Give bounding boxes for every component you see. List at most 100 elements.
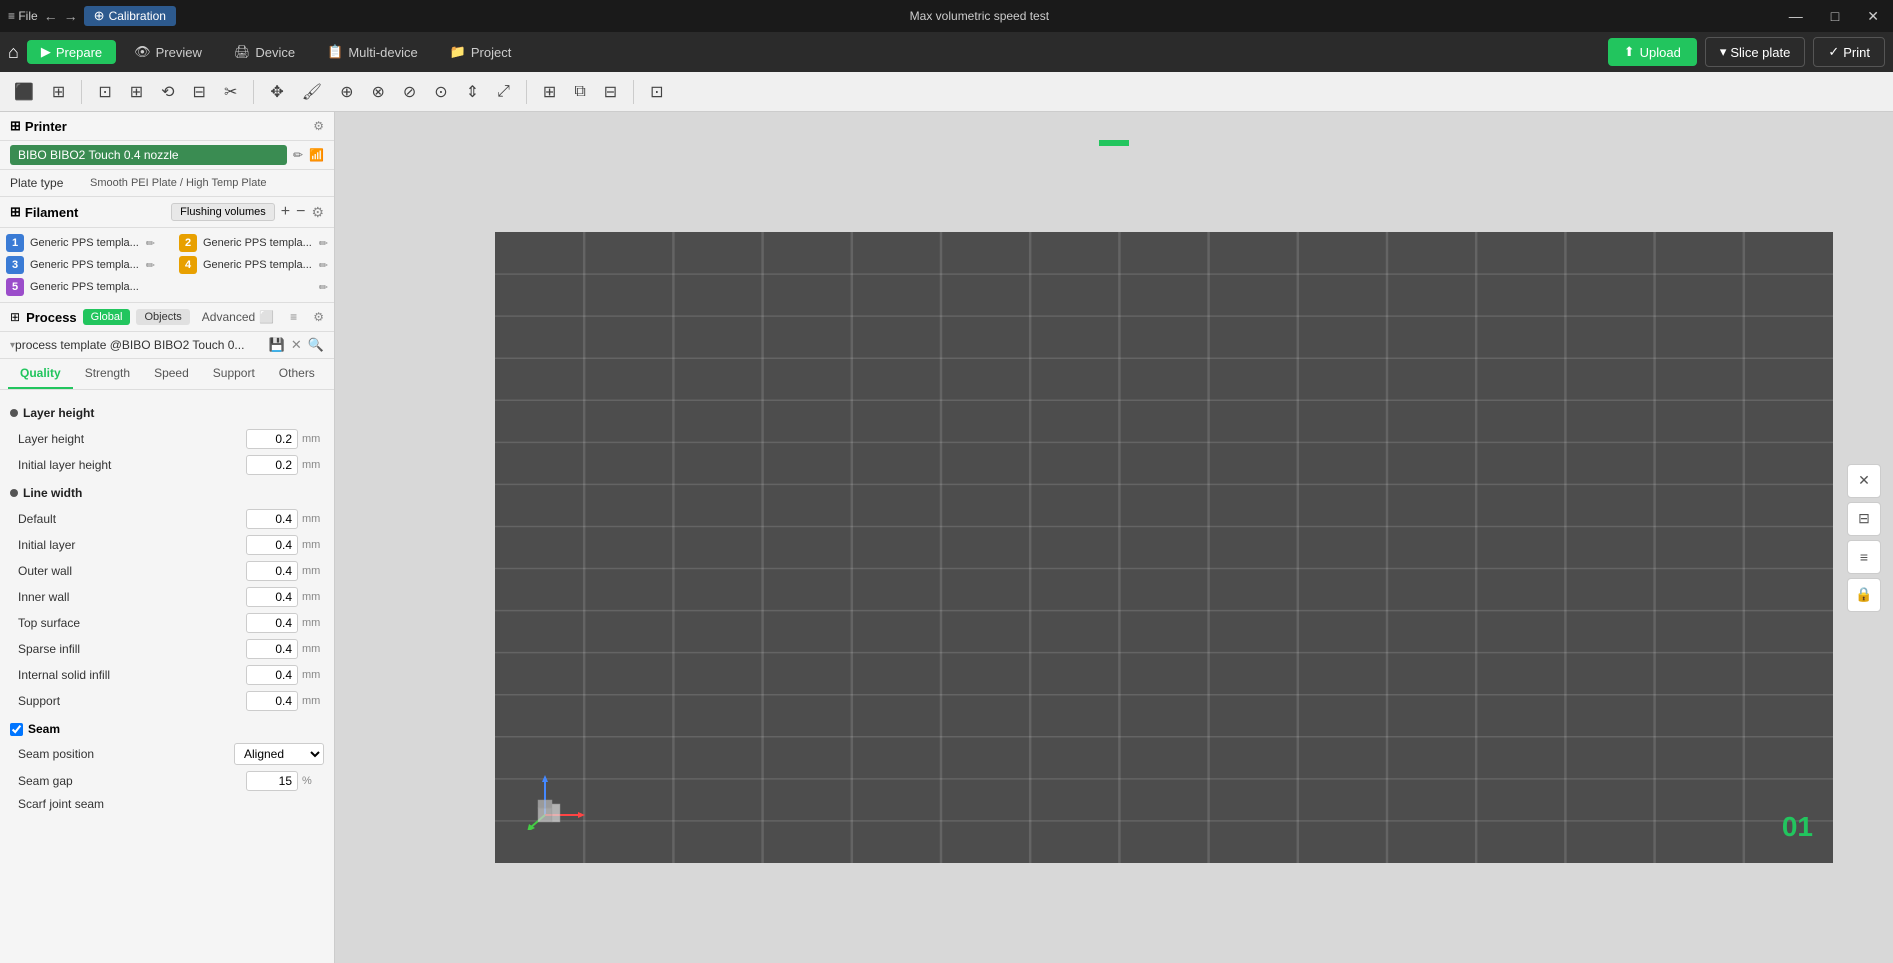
vp-close-button[interactable]: ✕ [1847, 464, 1881, 498]
flushing-volumes-button[interactable]: Flushing volumes [171, 203, 275, 221]
filament-edit-5[interactable]: ✏ [319, 281, 328, 294]
vp-layers-button[interactable]: ≡ [1847, 540, 1881, 574]
linewidth-support-input[interactable] [246, 691, 298, 711]
toolbar-flatten-icon[interactable]: ⊟ [187, 78, 212, 106]
toolbar-hollow-icon[interactable]: ⊙ [428, 78, 453, 106]
linewidth-top-surface-input[interactable] [246, 613, 298, 633]
toolbar-arrange-icon[interactable]: ⊞ [124, 78, 149, 106]
process-tab-global[interactable]: Global [83, 309, 131, 325]
tab-speed[interactable]: Speed [142, 359, 201, 389]
print-button[interactable]: ✓ Print [1813, 37, 1885, 67]
settings-scroll-area[interactable]: Layer height Layer height mm Initial lay… [0, 390, 334, 963]
toolbar-paint-icon[interactable]: 🖌 [296, 78, 328, 106]
template-close-icon[interactable]: ✕ [291, 337, 302, 353]
seam-gap-input[interactable] [246, 771, 298, 791]
filament-num-2: 2 [179, 234, 197, 252]
vp-layout-button[interactable]: ⊟ [1847, 502, 1881, 536]
toolbar-unknown-icon[interactable]: ⊡ [644, 78, 669, 106]
printer-edit-icon[interactable]: ✏ [293, 148, 303, 162]
tab-others[interactable]: Others [267, 359, 327, 389]
slice-plate-button[interactable]: ▾ Slice plate [1705, 37, 1806, 67]
toolbar-divider-2 [253, 80, 254, 104]
linewidth-top-surface-wrap: mm [246, 613, 324, 633]
layer-height-input[interactable] [246, 429, 298, 449]
advanced-toggle[interactable]: Advanced ⬜ [202, 310, 274, 324]
toolbar-support-icon[interactable]: ⊕ [334, 78, 359, 106]
toolbar-orient-icon[interactable]: ⟲ [155, 78, 180, 106]
linewidth-initial-layer-input[interactable] [246, 535, 298, 555]
toolbar-cube-icon[interactable]: ⬛ [8, 78, 40, 106]
tab-multi-device[interactable]: 📋 Multi-device [313, 40, 432, 64]
grid-svg [495, 232, 1833, 863]
tab-preview[interactable]: 👁 Preview [120, 40, 216, 64]
home-button[interactable]: ⌂ [8, 42, 19, 63]
tab-support[interactable]: Support [201, 359, 267, 389]
toolbar-infill-icon[interactable]: ⊘ [397, 78, 422, 106]
linewidth-outer-wall-wrap: mm [246, 561, 324, 581]
filament-title: ⊞ Filament [10, 204, 78, 220]
multi-device-label: Multi-device [348, 45, 417, 60]
toolbar-cut-icon[interactable]: ✂ [218, 78, 243, 106]
linewidth-sparse-infill-input[interactable] [246, 639, 298, 659]
back-btn[interactable]: ← [44, 8, 58, 24]
toolbar-merge-icon[interactable]: ⧉ [568, 79, 591, 105]
seam-checkbox[interactable] [10, 723, 23, 736]
window-title: Max volumetric speed test [910, 9, 1049, 23]
minimize-btn[interactable]: — [1783, 8, 1809, 25]
template-save-icon[interactable]: 💾 [269, 337, 285, 353]
toolbar-slice-icon[interactable]: ⊞ [537, 78, 562, 106]
forward-btn[interactable]: → [64, 8, 78, 24]
upload-button[interactable]: ⬆ Upload [1608, 38, 1697, 66]
prepare-icon: ▶ [41, 44, 51, 60]
tab-project[interactable]: 📁 Project [436, 40, 526, 64]
toolbar-select-icon[interactable]: ⊡ [92, 78, 117, 106]
toolbar-scale-icon[interactable]: ⤢ [491, 79, 516, 105]
green-plate-indicator [1099, 140, 1129, 146]
linewidth-default-row: Default mm [10, 506, 324, 532]
close-btn[interactable]: ✕ [1861, 8, 1885, 25]
linewidth-internal-solid-input[interactable] [246, 665, 298, 685]
filament-settings-icon[interactable]: ⚙ [311, 204, 324, 221]
initial-layer-height-input[interactable] [246, 455, 298, 475]
linewidth-outer-wall-input[interactable] [246, 561, 298, 581]
tab-quality[interactable]: Quality [8, 359, 73, 389]
filament-edit-4[interactable]: ✏ [319, 259, 328, 272]
print-label: Print [1843, 45, 1870, 60]
viewport-grid-container: 01 [495, 232, 1833, 863]
toolbar-divider-1 [81, 80, 82, 104]
toolbar-assembly-icon[interactable]: ⊟ [598, 78, 623, 106]
filament-controls: Flushing volumes + − ⚙ [171, 203, 324, 221]
filament-edit-3[interactable]: ✏ [146, 259, 155, 272]
vp-lock-button[interactable]: 🔒 [1847, 578, 1881, 612]
filament-add-icon[interactable]: + [281, 203, 290, 221]
template-search-icon[interactable]: 🔍 [308, 337, 324, 353]
printer-name-input[interactable] [10, 145, 287, 165]
filament-remove-icon[interactable]: − [296, 203, 305, 221]
filament-edit-1[interactable]: ✏ [146, 237, 155, 250]
toolbar-seam-icon[interactable]: ⊗ [365, 78, 390, 106]
toolbar-height-icon[interactable]: ⇕ [460, 78, 485, 106]
tab-device[interactable]: 🖨 Device [220, 40, 309, 64]
filament-edit-2[interactable]: ✏ [319, 237, 328, 250]
calibration-button[interactable]: ⊕ Calibration [84, 6, 176, 26]
viewport[interactable]: 01 ✕ ⊟ ≡ 🔒 [335, 112, 1893, 963]
maximize-btn[interactable]: □ [1825, 8, 1845, 25]
process-list-icon[interactable]: ≡ [290, 310, 297, 324]
process-tab-objects[interactable]: Objects [136, 309, 189, 325]
linewidth-top-surface-label: Top surface [18, 616, 246, 630]
linewidth-default-input[interactable] [246, 509, 298, 529]
tab-strength[interactable]: Strength [73, 359, 142, 389]
printer-settings-icon[interactable]: ⚙ [313, 119, 324, 133]
seam-position-select[interactable]: Aligned Rear Random Nearest [234, 743, 324, 765]
toolbar-grid-icon[interactable]: ⊞ [46, 78, 71, 106]
toolbar-move-icon[interactable]: ✥ [264, 78, 289, 106]
menu-file-label[interactable]: ≡ File [8, 9, 38, 23]
seam-section-header: Seam [10, 722, 324, 736]
plate-number: 01 [1782, 811, 1813, 843]
linewidth-inner-wall-input[interactable] [246, 587, 298, 607]
printer-wifi-icon[interactable]: 📶 [309, 148, 324, 162]
linewidth-outer-wall-unit: mm [302, 565, 324, 577]
process-settings-icon[interactable]: ⚙ [313, 310, 324, 324]
initial-layer-height-row: Initial layer height mm [10, 452, 324, 478]
tab-prepare[interactable]: ▶ Prepare [27, 40, 116, 64]
